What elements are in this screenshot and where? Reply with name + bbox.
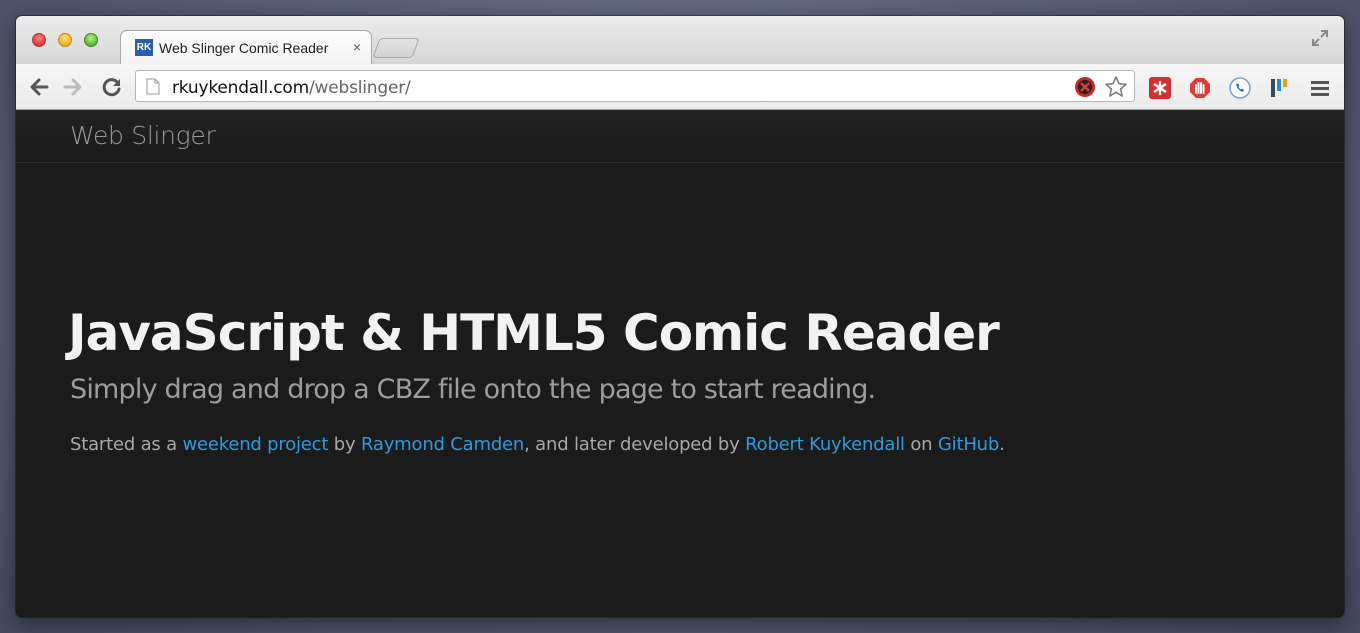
browser-window: RK Web Slinger Comic Reader × rkuykendal… <box>16 16 1344 617</box>
site-brand-link[interactable]: Web Slinger <box>70 121 216 150</box>
site-navbar: Web Slinger <box>16 110 1344 163</box>
back-arrow-icon[interactable] <box>28 76 50 98</box>
browser-toolbar: rkuykendall.com/webslinger/ <box>16 64 1344 110</box>
omnibox-actions <box>1074 75 1128 99</box>
address-bar[interactable]: rkuykendall.com/webslinger/ <box>135 70 1135 102</box>
adblock-extension-icon[interactable] <box>1188 76 1212 100</box>
credits-text: , and later developed by <box>524 434 746 455</box>
credits-text: on <box>904 434 938 455</box>
tab-close-icon[interactable]: × <box>353 39 361 55</box>
fullscreen-icon[interactable] <box>1310 28 1330 48</box>
lastpass-extension-icon[interactable] <box>1148 76 1172 100</box>
url-domain: rkuykendall.com <box>172 78 309 98</box>
page-content: Web Slinger JavaScript & HTML5 Comic Rea… <box>16 110 1344 617</box>
zoom-window-button[interactable] <box>84 33 98 47</box>
raymond-camden-link[interactable]: Raymond Camden <box>361 434 524 455</box>
hero-title: JavaScript & HTML5 Comic Reader <box>68 304 1000 362</box>
url-text: rkuykendall.com/webslinger/ <box>172 78 411 98</box>
star-icon[interactable] <box>1104 75 1128 99</box>
weekend-project-link[interactable]: weekend project <box>182 434 328 455</box>
hero-credits: Started as a weekend project by Raymond … <box>70 434 1005 455</box>
page-icon <box>146 78 160 95</box>
url-path: /webslinger/ <box>309 78 411 98</box>
hamburger-menu-icon[interactable] <box>1308 76 1332 100</box>
github-link[interactable]: GitHub <box>938 434 999 455</box>
tab-title: Web Slinger Comic Reader <box>159 40 329 56</box>
credits-text: by <box>328 434 361 455</box>
minimize-window-button[interactable] <box>58 33 72 47</box>
close-window-button[interactable] <box>32 33 46 47</box>
phone-extension-icon[interactable] <box>1228 76 1252 100</box>
forward-arrow-icon[interactable] <box>62 76 84 98</box>
bar-chart-extension-icon[interactable] <box>1268 76 1292 100</box>
browser-tab-active[interactable]: RK Web Slinger Comic Reader × <box>120 30 372 64</box>
title-bar: RK Web Slinger Comic Reader × <box>16 16 1344 64</box>
new-tab-button[interactable] <box>372 38 420 58</box>
blocked-content-icon[interactable] <box>1074 76 1096 98</box>
robert-kuykendall-link[interactable]: Robert Kuykendall <box>745 434 905 455</box>
hero-subtitle: Simply drag and drop a CBZ file onto the… <box>70 374 876 405</box>
credits-text: . <box>999 434 1005 455</box>
reload-icon[interactable] <box>101 76 123 98</box>
credits-text: Started as a <box>70 434 183 455</box>
site-favicon-icon: RK <box>135 39 153 56</box>
